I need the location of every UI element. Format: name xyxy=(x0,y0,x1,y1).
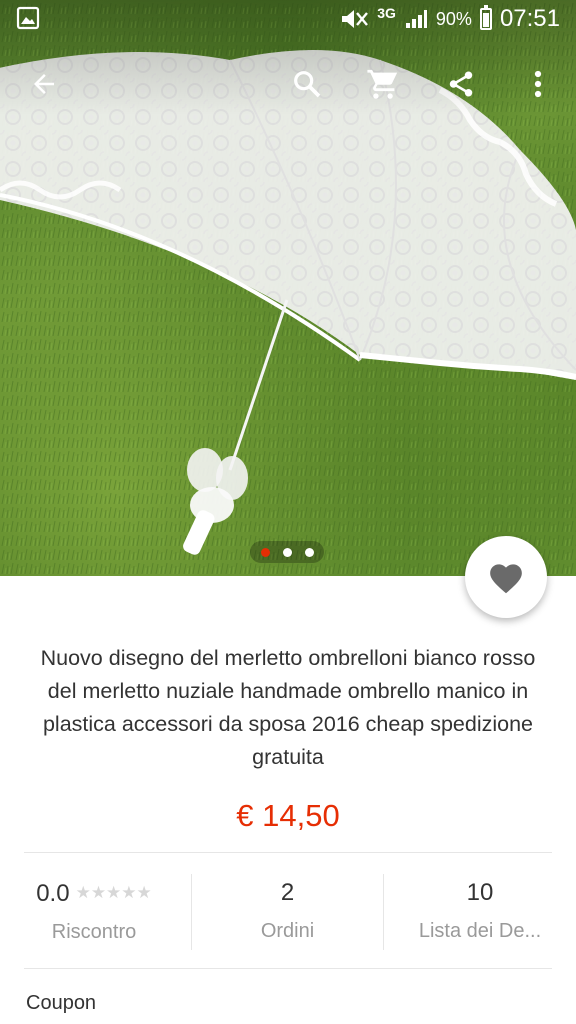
more-vert-icon xyxy=(534,70,542,98)
cart-button[interactable] xyxy=(357,58,409,110)
arrow-back-icon xyxy=(34,74,54,94)
wishlist-value: 10 xyxy=(466,879,494,906)
product-title: Nuovo disegno del merletto ombrelloni bi… xyxy=(40,646,536,769)
share-icon xyxy=(449,71,473,97)
rating-label: Riscontro xyxy=(51,921,137,943)
divider xyxy=(24,968,552,969)
more-options-button[interactable] xyxy=(512,58,564,110)
orders-label: Ordini xyxy=(260,920,315,942)
mute-icon xyxy=(342,10,369,28)
coupon-row[interactable]: Coupon xyxy=(26,992,96,1015)
cart-icon xyxy=(367,69,398,99)
status-bar: 3G 90% 07:51 xyxy=(0,0,576,40)
rating-value: 0.0 xyxy=(36,880,70,907)
clock: 07:51 xyxy=(499,5,560,32)
carousel-indicator xyxy=(250,541,324,563)
search-button[interactable] xyxy=(281,58,333,110)
search-icon xyxy=(294,71,321,98)
orders-value: 2 xyxy=(280,879,295,906)
product-stats: 0.0 ★★★★★ Riscontro 2 Ordini 10 Lista dei… xyxy=(0,870,576,950)
wishlist-stat[interactable]: 10 Lista dei De... xyxy=(384,870,576,950)
heart-icon xyxy=(490,564,522,594)
orders-stat[interactable]: 2 Ordini xyxy=(192,870,383,950)
back-button[interactable] xyxy=(18,58,70,110)
battery-percent: 90% xyxy=(435,8,472,29)
product-image[interactable]: 3G 90% 07:51 xyxy=(0,0,576,576)
carousel-dot[interactable] xyxy=(304,547,314,557)
add-to-wishlist-button[interactable] xyxy=(465,536,547,618)
carousel-dot[interactable] xyxy=(260,547,270,557)
signal-icon xyxy=(405,10,427,28)
carousel-dot[interactable] xyxy=(282,547,292,557)
network-type: 3G xyxy=(377,5,396,21)
wishlist-label: Lista dei De... xyxy=(418,920,542,942)
rating-stars-icon: ★★★★★ xyxy=(75,883,152,902)
product-price: € 14,50 xyxy=(236,798,340,833)
top-toolbar xyxy=(0,58,576,114)
share-button[interactable] xyxy=(435,58,487,110)
rating-stat[interactable]: 0.0 ★★★★★ Riscontro xyxy=(24,870,164,950)
gallery-notification-icon xyxy=(16,6,40,30)
battery-icon xyxy=(479,5,492,30)
divider xyxy=(24,852,552,853)
